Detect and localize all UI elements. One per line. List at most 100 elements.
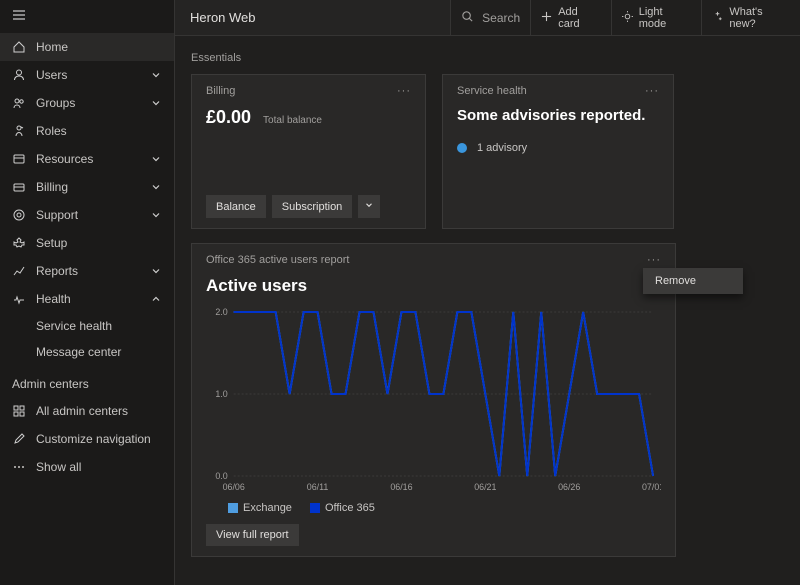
sidebar-item-billing[interactable]: Billing: [0, 173, 174, 201]
sidebar-item-label: Groups: [36, 96, 140, 110]
sidebar-item-setup[interactable]: Setup: [0, 229, 174, 257]
svg-text:07/01: 07/01: [642, 482, 661, 492]
legend-exchange[interactable]: Exchange: [228, 502, 292, 514]
billing-card: Billing ··· £0.00 Total balance Balance …: [191, 74, 426, 229]
reports-icon: [12, 264, 26, 278]
sidebar-item-label: Home: [36, 40, 162, 54]
add-card-button[interactable]: Add card: [530, 0, 611, 35]
support-icon: [12, 208, 26, 222]
chevron-down-icon: [150, 265, 162, 277]
plus-icon: [541, 11, 552, 25]
subscription-button[interactable]: Subscription: [272, 195, 353, 218]
sidebar-item-support[interactable]: Support: [0, 201, 174, 229]
chevron-down-icon: [150, 69, 162, 81]
report-card-title: Office 365 active users report: [206, 254, 349, 266]
chart-legend: Exchange Office 365: [228, 502, 661, 514]
chevron-down-icon: [150, 181, 162, 193]
billing-icon: [12, 180, 26, 194]
sidebar-item-label: Resources: [36, 152, 140, 166]
setup-icon: [12, 236, 26, 250]
sidebar-item-show-all[interactable]: Show all: [0, 453, 174, 481]
info-dot-icon: [457, 143, 467, 153]
active-users-report-card: Office 365 active users report ··· Remov…: [191, 243, 676, 557]
home-icon: [12, 40, 26, 54]
svg-text:1.0: 1.0: [215, 389, 227, 399]
sidebar-item-all-admin-centers[interactable]: All admin centers: [0, 397, 174, 425]
sidebar-item-health[interactable]: Health: [0, 285, 174, 313]
svg-text:06/26: 06/26: [558, 482, 580, 492]
sidebar-item-label: Customize navigation: [36, 432, 162, 446]
billing-card-title: Billing: [206, 85, 235, 97]
tenant-name: Heron Web: [175, 0, 450, 35]
sidebar-item-label: All admin centers: [36, 404, 162, 418]
light-mode-button[interactable]: Light mode: [611, 0, 702, 35]
sidebar-item-label: Billing: [36, 180, 140, 194]
swatch-icon: [228, 503, 238, 513]
sidebar-item-label: Show all: [36, 460, 162, 474]
context-menu-remove[interactable]: Remove: [643, 268, 743, 294]
roles-icon: [12, 124, 26, 138]
resources-icon: [12, 152, 26, 166]
sun-icon: [622, 11, 633, 25]
svg-text:2.0: 2.0: [215, 307, 227, 317]
advisory-row[interactable]: 1 advisory: [457, 142, 659, 154]
sidebar-item-groups[interactable]: Groups: [0, 89, 174, 117]
search-icon: [461, 10, 474, 26]
swatch-icon: [310, 503, 320, 513]
svg-text:06/06: 06/06: [223, 482, 245, 492]
active-users-chart: 0.0 1.0 2.0 06/06 06/11 06/16 06/21 06/26 07/01: [206, 306, 661, 496]
chevron-up-icon: [150, 293, 162, 305]
svg-text:06/16: 06/16: [390, 482, 412, 492]
svg-text:06/21: 06/21: [474, 482, 496, 492]
sidebar-sub-service-health[interactable]: Service health: [0, 313, 174, 339]
sidebar-item-label: Users: [36, 68, 140, 82]
sidebar-item-reports[interactable]: Reports: [0, 257, 174, 285]
service-health-card: Service health ··· Some advisories repor…: [442, 74, 674, 229]
grid-icon: [12, 404, 26, 418]
billing-amount: £0.00: [206, 107, 251, 128]
hamburger-menu[interactable]: [0, 0, 174, 33]
sidebar-item-users[interactable]: Users: [0, 61, 174, 89]
sidebar: Home Users Groups Roles Resources Billin…: [0, 0, 175, 585]
main-content: Heron Web Search Add card Light mode Wha…: [175, 0, 800, 585]
admin-centers-title: Admin centers: [0, 365, 174, 397]
groups-icon: [12, 96, 26, 110]
edit-icon: [12, 432, 26, 446]
sidebar-item-label: Health: [36, 292, 140, 306]
health-headline: Some advisories reported.: [457, 107, 659, 124]
health-card-title: Service health: [457, 85, 527, 97]
more-icon: [12, 460, 26, 474]
svg-text:0.0: 0.0: [215, 471, 227, 481]
sidebar-item-label: Roles: [36, 124, 162, 138]
search-box[interactable]: Search: [450, 0, 530, 35]
sidebar-item-label: Support: [36, 208, 140, 222]
chevron-down-icon: [150, 153, 162, 165]
sidebar-item-customize-navigation[interactable]: Customize navigation: [0, 425, 174, 453]
health-card-more[interactable]: ···: [645, 85, 659, 97]
sidebar-item-label: Reports: [36, 264, 140, 278]
legend-office365[interactable]: Office 365: [310, 502, 375, 514]
user-icon: [12, 68, 26, 82]
sidebar-sub-message-center[interactable]: Message center: [0, 339, 174, 365]
view-full-report-button[interactable]: View full report: [206, 524, 299, 546]
health-icon: [12, 292, 26, 306]
report-card-more[interactable]: ···: [647, 254, 661, 266]
essentials-label: Essentials: [191, 52, 784, 64]
topbar: Heron Web Search Add card Light mode Wha…: [175, 0, 800, 36]
billing-card-more[interactable]: ···: [397, 85, 411, 97]
sidebar-item-roles[interactable]: Roles: [0, 117, 174, 145]
chart-title: Active users: [206, 276, 661, 296]
search-placeholder: Search: [482, 11, 520, 25]
chevron-down-icon: [150, 209, 162, 221]
billing-subtitle: Total balance: [263, 115, 322, 126]
sidebar-item-label: Setup: [36, 236, 162, 250]
whats-new-button[interactable]: What's new?: [701, 0, 800, 35]
sparkle-icon: [712, 11, 723, 25]
sidebar-item-resources[interactable]: Resources: [0, 145, 174, 173]
svg-text:06/11: 06/11: [307, 482, 329, 492]
balance-button[interactable]: Balance: [206, 195, 266, 218]
chevron-down-icon: [150, 97, 162, 109]
sidebar-item-home[interactable]: Home: [0, 33, 174, 61]
billing-more-actions[interactable]: [358, 195, 380, 218]
advisory-count: 1 advisory: [477, 142, 527, 154]
